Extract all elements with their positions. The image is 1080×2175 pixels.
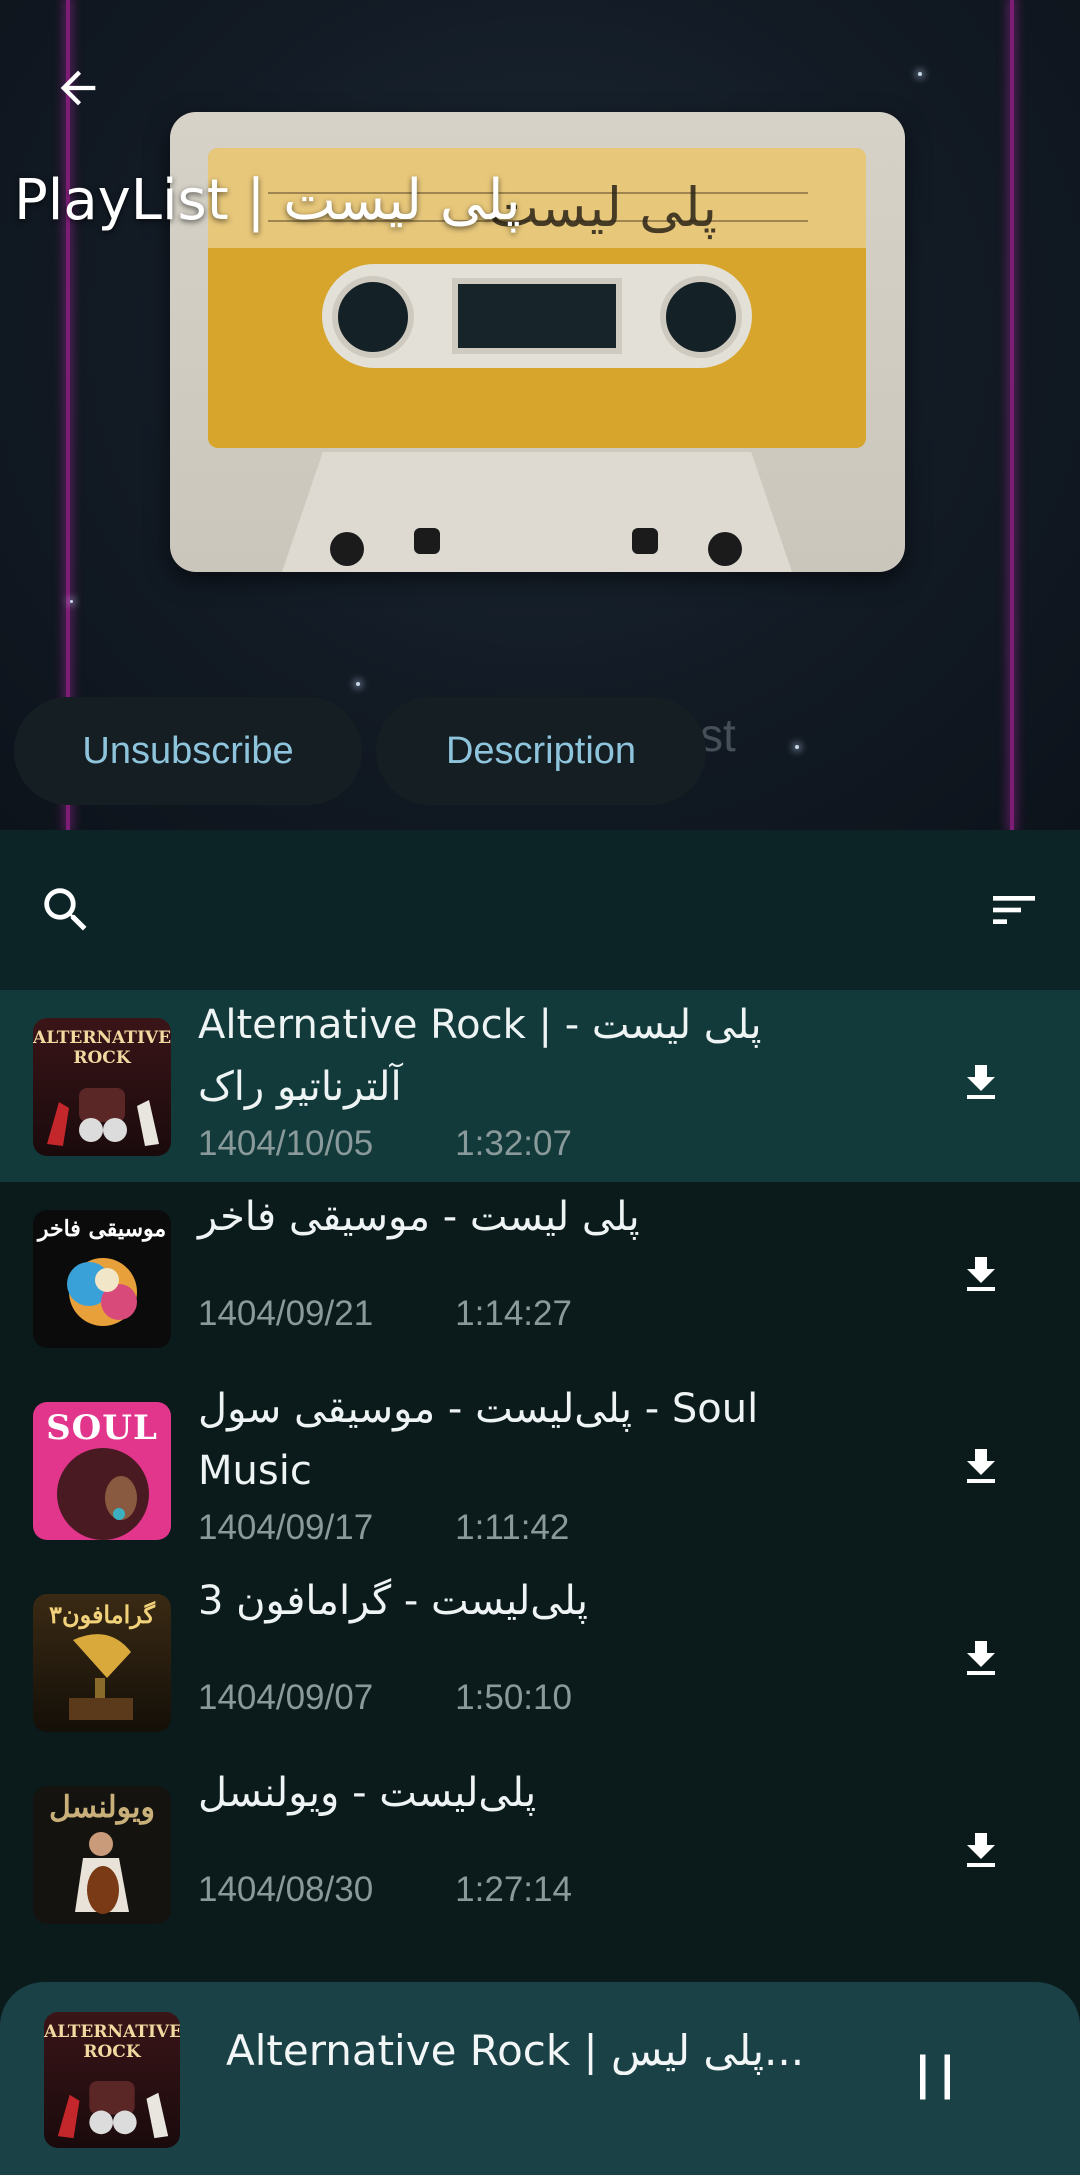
list-item[interactable]: موسیقی فاخر پلی لیست - موسیقی فاخر 1404/… [0, 1182, 1080, 1374]
track-title: پلی لیست - موسیقی فاخر [198, 1194, 640, 1240]
list-toolbar [0, 830, 1080, 990]
download-button[interactable] [944, 1814, 1018, 1888]
track-title: پلی‌لیست - موسیقی سول - Soul Music [198, 1386, 759, 1494]
track-thumbnail: ویولنسل [33, 1786, 171, 1924]
star-decoration [795, 745, 799, 749]
star-decoration [70, 600, 73, 603]
track-thumbnail: گرامافون۳ [33, 1594, 171, 1732]
track-duration: 1:14:27 [455, 1294, 572, 1333]
neon-line-decoration [1010, 0, 1014, 830]
star-decoration [918, 72, 922, 76]
track-duration: 1:32:07 [455, 1124, 572, 1163]
download-button[interactable] [944, 1430, 1018, 1504]
track-title: پلی‌لیست - ویولنسل [198, 1770, 537, 1816]
list-item[interactable]: گرامافون۳ پلی‌لیست - گرامافون 3 1404/09/… [0, 1566, 1080, 1758]
mini-player[interactable]: ALTERNATIVE ROCK Alternative Rock | پلی … [0, 1982, 1080, 2175]
cello-art [75, 1832, 129, 1914]
sort-icon [993, 896, 1035, 924]
track-thumbnail: موسیقی فاخر [33, 1210, 171, 1348]
pause-icon [920, 2054, 950, 2100]
star-decoration [356, 682, 360, 686]
download-icon [967, 1257, 995, 1291]
track-title: Alternative Rock | - پلی لیست آلترناتیو … [198, 1002, 762, 1110]
track-meta: 1404/09/21 1:14:27 [198, 1294, 572, 1334]
playlist-header: پلی لیست PlayList | پلی لیست st Unsubscr… [0, 0, 1080, 830]
track-meta: 1404/10/05 1:32:07 [198, 1124, 572, 1164]
track-meta: 1404/09/17 1:11:42 [198, 1508, 569, 1548]
download-icon [967, 1065, 995, 1099]
arrow-left-icon [60, 70, 96, 106]
track-meta: 1404/08/30 1:27:14 [198, 1870, 572, 1910]
track-meta: 1404/09/07 1:50:10 [198, 1678, 572, 1718]
track-title: پلی‌لیست - گرامافون 3 [198, 1578, 588, 1624]
download-button[interactable] [944, 1238, 1018, 1312]
pause-button[interactable] [890, 2032, 980, 2122]
sort-button[interactable] [974, 870, 1054, 950]
track-duration: 1:50:10 [455, 1678, 572, 1717]
track-duration: 1:11:42 [455, 1508, 570, 1547]
cassette-reel [660, 276, 742, 358]
portrait-art [57, 1448, 149, 1540]
cassette-window [322, 264, 752, 368]
cassette-label-text: پلی لیست [488, 176, 718, 239]
list-item[interactable]: ویولنسل پلی‌لیست - ویولنسل 1404/08/30 1:2… [0, 1758, 1080, 1950]
track-date: 1404/08/30 [198, 1870, 374, 1909]
track-date: 1404/10/05 [198, 1124, 374, 1163]
track-date: 1404/09/21 [198, 1294, 374, 1333]
gramophone-art [69, 1634, 133, 1720]
guitar-art [57, 2080, 169, 2139]
back-button[interactable] [40, 50, 116, 126]
track-date: 1404/09/17 [198, 1508, 374, 1547]
page-title: PlayList | پلی لیست [14, 168, 521, 233]
search-button[interactable] [26, 870, 106, 950]
now-playing-title: Alternative Rock | پلی لیس... [226, 2026, 805, 2075]
list-item[interactable]: SOUL پلی‌لیست - موسیقی سول - Soul Music … [0, 1374, 1080, 1566]
track-date: 1404/09/07 [198, 1678, 374, 1717]
list-item[interactable]: ALTERNATIVE ROCK Alternative Rock | - پل… [0, 990, 1080, 1182]
now-playing-thumbnail: ALTERNATIVE ROCK [44, 2012, 180, 2148]
guitar-art [47, 1088, 159, 1146]
download-button[interactable] [944, 1622, 1018, 1696]
unsubscribe-button[interactable]: Unsubscribe [14, 697, 362, 805]
track-thumbnail: SOUL [33, 1402, 171, 1540]
download-icon [967, 1449, 995, 1483]
track-thumbnail: ALTERNATIVE ROCK [33, 1018, 171, 1156]
search-icon [44, 888, 87, 931]
download-icon [967, 1833, 995, 1867]
abstract-art [67, 1258, 137, 1326]
download-button[interactable] [944, 1046, 1018, 1120]
download-icon [967, 1641, 995, 1675]
track-duration: 1:27:14 [455, 1870, 572, 1909]
cassette-reel [332, 276, 414, 358]
description-button[interactable]: Description [376, 697, 706, 805]
